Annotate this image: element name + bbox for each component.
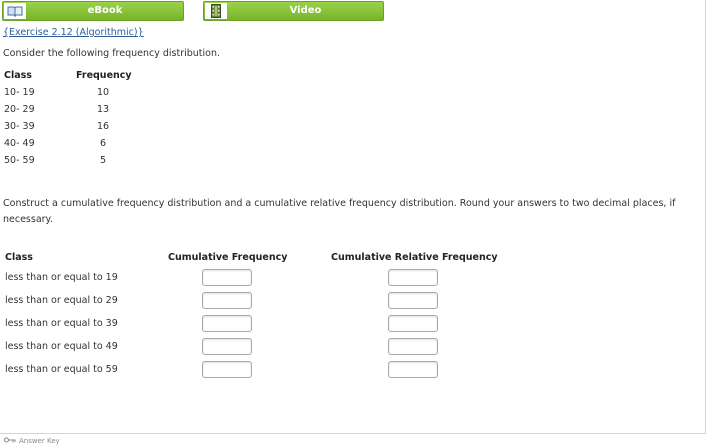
- cumulative-frequency-input[interactable]: [202, 292, 252, 309]
- cumulative-frequency-input[interactable]: [202, 315, 252, 332]
- ebook-button-label: eBook: [87, 5, 123, 16]
- book-icon: [4, 3, 26, 19]
- cumulative-frequency-input[interactable]: [202, 269, 252, 286]
- cumulative-table-class-label: less than or equal to 39: [5, 318, 118, 329]
- cumulative-relative-frequency-input[interactable]: [388, 269, 438, 286]
- cumulative-table-class-label: less than or equal to 49: [5, 341, 118, 352]
- answer-key-link[interactable]: Answer Key: [4, 437, 60, 445]
- frequency-table-class-cell: 20- 29: [4, 104, 35, 115]
- cumulative-relative-frequency-input[interactable]: [388, 338, 438, 355]
- intro-text: Consider the following frequency distrib…: [3, 48, 221, 59]
- frequency-table-class-cell: 30- 39: [4, 121, 35, 132]
- frequency-table-frequency-cell: 13: [96, 104, 110, 115]
- frequency-table-frequency-cell: 16: [96, 121, 110, 132]
- film-icon: [205, 3, 227, 19]
- cumulative-table-class-header: Class: [5, 252, 33, 263]
- cumulative-relative-frequency-header: Cumulative Relative Frequency: [331, 252, 498, 263]
- exercise-link[interactable]: {Exercise 2.12 (Algorithmic)}: [3, 27, 144, 38]
- instructions-text: Construct a cumulative frequency distrib…: [3, 198, 676, 225]
- key-icon: [4, 437, 16, 445]
- frame-border-bottom: [0, 433, 706, 434]
- frequency-table-class-cell: 10- 19: [4, 87, 35, 98]
- ebook-button[interactable]: eBook: [2, 1, 184, 21]
- video-button[interactable]: Video: [203, 1, 384, 21]
- cumulative-frequency-header: Cumulative Frequency: [168, 252, 288, 263]
- answer-key-label: Answer Key: [19, 437, 60, 445]
- frequency-table-class-header: Class: [4, 70, 32, 81]
- cumulative-table-class-label: less than or equal to 59: [5, 364, 118, 375]
- cumulative-relative-frequency-input[interactable]: [388, 361, 438, 378]
- cumulative-relative-frequency-input[interactable]: [388, 315, 438, 332]
- frequency-table-class-cell: 50- 59: [4, 155, 35, 166]
- cumulative-table-class-label: less than or equal to 19: [5, 272, 118, 283]
- cumulative-frequency-input[interactable]: [202, 338, 252, 355]
- frequency-table-frequency-header: Frequency: [76, 70, 132, 81]
- cumulative-frequency-input[interactable]: [202, 361, 252, 378]
- frequency-table-frequency-cell: 5: [99, 155, 107, 166]
- frame-border-right: [705, 0, 706, 433]
- frequency-table-frequency-cell: 6: [99, 138, 107, 149]
- cumulative-relative-frequency-input[interactable]: [388, 292, 438, 309]
- frequency-table-frequency-cell: 10: [96, 87, 110, 98]
- cumulative-table-class-label: less than or equal to 29: [5, 295, 118, 306]
- video-button-label: Video: [289, 5, 322, 16]
- frequency-table-class-cell: 40- 49: [4, 138, 35, 149]
